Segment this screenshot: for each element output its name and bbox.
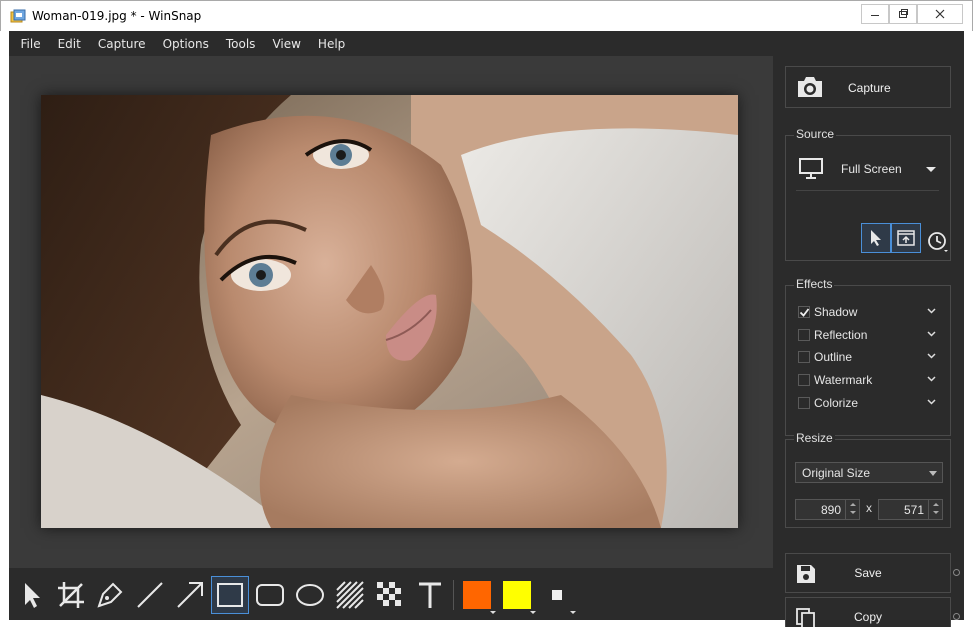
effect-outline[interactable]: Outline: [798, 348, 852, 366]
menu-help[interactable]: Help: [309, 37, 353, 51]
resize-mode-select[interactable]: Original Size: [795, 462, 943, 483]
shadow-label: Shadow: [814, 305, 858, 319]
minimize-icon: [871, 15, 879, 16]
timer-button[interactable]: [927, 230, 949, 255]
capture-button[interactable]: Capture: [785, 66, 951, 108]
chevron-down-icon[interactable]: [927, 308, 936, 314]
select-window-button[interactable]: [891, 223, 921, 253]
drawing-toolbar: [9, 568, 773, 620]
chevron-down-icon[interactable]: [926, 167, 936, 172]
effect-watermark[interactable]: Watermark: [798, 371, 872, 389]
primary-color-swatch[interactable]: [463, 581, 491, 609]
menu-bar: File Edit Capture Options Tools View Hel…: [9, 31, 964, 56]
pen-icon[interactable]: [91, 576, 129, 614]
chevron-down-icon[interactable]: [927, 376, 936, 382]
clock-icon: [928, 232, 948, 252]
pixelate-icon[interactable]: [371, 576, 409, 614]
camera-icon: [798, 77, 822, 97]
chevron-down-icon[interactable]: [490, 611, 496, 614]
menu-edit[interactable]: Edit: [49, 37, 89, 51]
restore-button[interactable]: [889, 4, 917, 24]
menu-capture[interactable]: Capture: [89, 37, 154, 51]
dimension-separator: x: [866, 501, 872, 515]
chevron-down-icon: [929, 471, 937, 476]
source-title: Source: [794, 127, 837, 141]
chevron-down-icon[interactable]: [530, 611, 536, 614]
rectangle-icon[interactable]: [211, 576, 249, 614]
ellipse-icon[interactable]: [291, 576, 329, 614]
side-panel: Capture Source Full Screen Effects Shado…: [773, 56, 964, 627]
copy-button[interactable]: Copy: [785, 597, 951, 627]
menu-view[interactable]: View: [264, 37, 309, 51]
captured-image[interactable]: [41, 95, 738, 528]
outline-checkbox[interactable]: [798, 351, 810, 363]
colorize-checkbox[interactable]: [798, 397, 810, 409]
watermark-checkbox[interactable]: [798, 374, 810, 386]
secondary-color-swatch[interactable]: [503, 581, 531, 609]
effects-title: Effects: [794, 277, 835, 291]
hatch-fill-icon[interactable]: [331, 576, 369, 614]
height-field[interactable]: 571: [878, 499, 943, 520]
effect-reflection[interactable]: Reflection: [798, 326, 867, 344]
chevron-down-icon[interactable]: [927, 399, 936, 405]
effect-shadow[interactable]: Shadow: [798, 303, 857, 321]
toolbar-divider: [453, 580, 454, 610]
reflection-label: Reflection: [814, 328, 868, 342]
crop-icon[interactable]: [52, 576, 90, 614]
height-spinner[interactable]: [928, 500, 942, 519]
shadow-checkbox[interactable]: [798, 306, 810, 318]
source-selected[interactable]: Full Screen: [841, 162, 902, 176]
cursor-icon: [871, 230, 881, 246]
checkmark-icon: [799, 308, 810, 317]
pointer-icon[interactable]: [13, 576, 51, 614]
width-value: 890: [820, 503, 841, 517]
capture-label: Capture: [848, 81, 891, 95]
close-icon: [935, 9, 945, 19]
line-icon[interactable]: [131, 576, 169, 614]
chevron-down-icon[interactable]: [570, 611, 576, 614]
image-canvas[interactable]: [9, 56, 773, 568]
window-title: Woman-019.jpg * - WinSnap: [32, 9, 202, 23]
effects-group: Effects Shadow Reflection Outline Waterm…: [785, 277, 951, 436]
outline-label: Outline: [814, 350, 853, 364]
width-spinner[interactable]: [845, 500, 859, 519]
reflection-checkbox[interactable]: [798, 329, 810, 341]
select-object-button[interactable]: [861, 223, 891, 253]
resize-group: Resize Original Size 890 x 571: [785, 431, 951, 528]
app-frame: File Edit Capture Options Tools View Hel…: [9, 31, 964, 627]
divider: [796, 190, 939, 191]
monitor-icon: [799, 158, 823, 179]
winsnap-app-icon: [10, 9, 26, 25]
chevron-down-icon[interactable]: [927, 353, 936, 359]
copy-label: Copy: [853, 610, 882, 624]
menu-file[interactable]: File: [12, 37, 49, 51]
save-label: Save: [854, 566, 882, 580]
text-icon[interactable]: [411, 576, 449, 614]
window-select-icon: [897, 230, 915, 246]
arrow-icon[interactable]: [171, 576, 209, 614]
restore-icon: [899, 9, 908, 18]
rounded-rectangle-icon[interactable]: [251, 576, 289, 614]
chevron-down-icon[interactable]: [927, 331, 936, 337]
height-value: 571: [903, 503, 924, 517]
colorize-label: Colorize: [814, 396, 859, 410]
save-options-icon[interactable]: [953, 569, 960, 576]
save-button[interactable]: Save: [785, 553, 951, 593]
close-button[interactable]: [917, 4, 963, 24]
watermark-label: Watermark: [814, 373, 873, 387]
title-bar: Woman-019.jpg * - WinSnap: [0, 0, 973, 31]
minimize-button[interactable]: [861, 4, 889, 24]
effect-colorize[interactable]: Colorize: [798, 394, 858, 412]
menu-options[interactable]: Options: [154, 37, 217, 51]
resize-title: Resize: [794, 431, 835, 445]
line-width-icon[interactable]: [552, 590, 562, 600]
copy-options-icon[interactable]: [953, 613, 960, 620]
menu-tools[interactable]: Tools: [217, 37, 264, 51]
width-field[interactable]: 890: [795, 499, 860, 520]
resize-mode-value: Original Size: [802, 466, 871, 480]
